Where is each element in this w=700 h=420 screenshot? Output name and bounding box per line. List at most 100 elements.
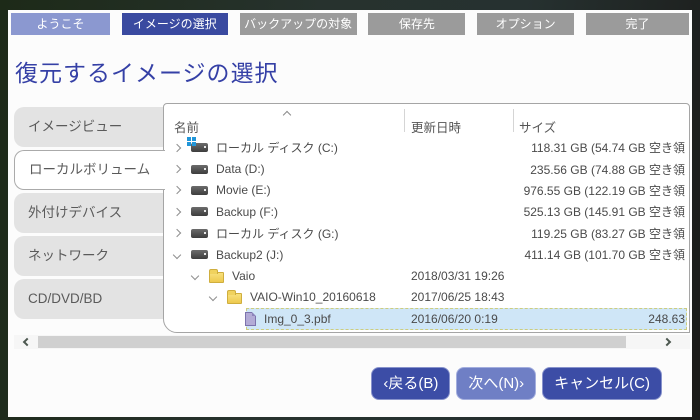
sidebar-tab-label: 外付けデバイス xyxy=(28,205,122,220)
action-button-label: 次へ(N)› xyxy=(468,375,524,392)
table-row[interactable]: Img_0_3.pbf 2016/06/20 0:19 248.63 xyxy=(164,308,689,329)
item-size: 525.13 GB (145.91 GB 空き領 xyxy=(524,203,685,220)
folder-icon xyxy=(227,293,242,304)
expander-chevron-icon[interactable] xyxy=(173,143,181,151)
action-button-label: ‹戻る(B) xyxy=(383,375,438,392)
page-title: 復元するイメージの選択 xyxy=(15,54,279,88)
name-cell: ローカル ディスク (G:) xyxy=(174,225,339,242)
action-button[interactable]: 次へ(N)› xyxy=(456,367,536,400)
drive-system-icon xyxy=(191,143,208,152)
expander-chevron-icon[interactable] xyxy=(191,272,199,280)
expander-chevron-icon[interactable] xyxy=(173,165,181,173)
item-name: Movie (E:) xyxy=(216,183,271,197)
modified-date: 2018/03/31 19:26 xyxy=(411,269,504,283)
item-size: 411.14 GB (101.70 GB 空き領 xyxy=(524,246,685,263)
sidebar-tab-label: ローカルボリューム xyxy=(29,162,150,177)
sort-ascending-icon xyxy=(283,111,291,119)
sidebar-tab[interactable]: ローカルボリューム xyxy=(14,150,165,190)
scrollbar-thumb[interactable] xyxy=(38,336,626,348)
wizard-window: ようこそ イメージの選択 バックアップの対象 保存先 オプション 完了 復元する… xyxy=(8,10,692,417)
wizard-tab-label: イメージの選択 xyxy=(133,17,217,31)
chevron-right-icon[interactable] xyxy=(663,338,671,346)
wizard-tab[interactable]: バックアップの対象 xyxy=(240,13,357,35)
item-size: 118.31 GB (54.74 GB 空き領 xyxy=(531,139,685,156)
file-icon xyxy=(245,312,256,326)
modified-date: 2016/06/20 0:19 xyxy=(411,312,498,326)
expander-chevron-icon[interactable] xyxy=(209,293,217,301)
sidebar-tab-label: CD/DVD/BD xyxy=(28,291,102,306)
item-name: VAIO-Win10_20160618 xyxy=(250,290,376,304)
table-row[interactable]: Backup2 (J:) 411.14 GB (101.70 GB 空き領 xyxy=(164,244,689,265)
size-cell: 235.56 GB (74.88 GB 空き領 xyxy=(513,161,685,178)
table-body: ローカル ディスク (C:) 118.31 GB (54.74 GB 空き領 D… xyxy=(164,137,689,330)
item-name: ローカル ディスク (C:) xyxy=(216,139,338,156)
table-row[interactable]: ローカル ディスク (G:) 119.25 GB (83.27 GB 空き領 xyxy=(164,223,689,244)
horizontal-scrollbar[interactable] xyxy=(14,335,690,349)
table-row[interactable]: Movie (E:) 976.55 GB (122.19 GB 空き領 xyxy=(164,180,689,201)
file-browser-panel: 名前 更新日時 サイズ ローカル ディスク (C:) 118.31 GB (54… xyxy=(163,103,690,333)
sidebar-tab-label: イメージビュー xyxy=(28,119,122,134)
column-divider xyxy=(513,109,514,132)
sidebar-tab[interactable]: CD/DVD/BD xyxy=(14,279,163,319)
drive-icon xyxy=(191,250,208,259)
size-cell: 525.13 GB (145.91 GB 空き領 xyxy=(513,203,685,220)
item-size: 976.55 GB (122.19 GB 空き領 xyxy=(524,182,685,199)
item-size: 119.25 GB (83.27 GB 空き領 xyxy=(531,225,685,242)
wizard-tab[interactable]: オプション xyxy=(477,13,574,35)
wizard-tab-label: オプション xyxy=(496,17,556,31)
name-cell: VAIO-Win10_20160618 xyxy=(210,290,376,304)
wizard-tabbar: ようこそ イメージの選択 バックアップの対象 保存先 オプション 完了 xyxy=(11,13,689,35)
item-name: Vaio xyxy=(232,269,255,283)
wizard-tab-label: 完了 xyxy=(625,17,649,31)
column-header-size[interactable]: サイズ xyxy=(519,117,556,136)
action-button[interactable]: ‹戻る(B) xyxy=(371,367,450,400)
wizard-tab-label: ようこそ xyxy=(36,17,84,31)
sidebar-tab[interactable]: イメージビュー xyxy=(14,107,163,147)
name-cell: ローカル ディスク (C:) xyxy=(174,139,338,156)
sidebar-tab[interactable]: 外付けデバイス xyxy=(14,193,163,233)
wizard-tab[interactable]: イメージの選択 xyxy=(122,13,228,35)
size-cell: 119.25 GB (83.27 GB 空き領 xyxy=(513,225,685,242)
table-row[interactable]: Vaio 2018/03/31 19:26 xyxy=(164,265,689,286)
table-row[interactable]: Data (D:) 235.56 GB (74.88 GB 空き領 xyxy=(164,158,689,179)
sidebar-tab[interactable]: ネットワーク xyxy=(14,236,163,276)
size-cell: 976.55 GB (122.19 GB 空き領 xyxy=(513,182,685,199)
drive-icon xyxy=(191,207,208,216)
action-button-label: キャンセル(C) xyxy=(554,375,650,392)
table-header: 名前 更新日時 サイズ xyxy=(164,104,689,137)
drive-icon xyxy=(191,165,208,174)
expander-chevron-icon[interactable] xyxy=(173,250,181,258)
item-name: ローカル ディスク (G:) xyxy=(216,225,339,242)
column-header-modified[interactable]: 更新日時 xyxy=(411,117,461,136)
name-cell: Backup2 (J:) xyxy=(174,248,283,262)
folder-icon xyxy=(209,272,224,283)
column-header-name[interactable]: 名前 xyxy=(174,117,199,136)
item-name: Backup (F:) xyxy=(216,205,278,219)
table-row[interactable]: ローカル ディスク (C:) 118.31 GB (54.74 GB 空き領 xyxy=(164,137,689,158)
drive-icon xyxy=(191,229,208,238)
sidebar-tab-label: ネットワーク xyxy=(28,248,109,263)
wizard-tab-label: 保存先 xyxy=(399,17,435,31)
table-row[interactable]: Backup (F:) 525.13 GB (145.91 GB 空き領 xyxy=(164,201,689,222)
chevron-left-icon[interactable] xyxy=(23,338,31,346)
wizard-tab[interactable]: 保存先 xyxy=(368,13,465,35)
name-cell: Img_0_3.pbf xyxy=(228,312,331,326)
name-cell: Movie (E:) xyxy=(174,183,271,197)
expander-chevron-icon[interactable] xyxy=(173,208,181,216)
table-row[interactable]: VAIO-Win10_20160618 2017/06/25 18:43 xyxy=(164,287,689,308)
expander-chevron-icon[interactable] xyxy=(173,186,181,194)
item-size: 248.63 xyxy=(648,312,685,326)
item-name: Backup2 (J:) xyxy=(216,248,283,262)
size-cell: 248.63 xyxy=(513,312,685,326)
action-button[interactable]: キャンセル(C) xyxy=(542,367,662,400)
name-cell: Data (D:) xyxy=(174,162,265,176)
column-divider xyxy=(404,109,405,132)
item-size: 235.56 GB (74.88 GB 空き領 xyxy=(530,161,685,178)
modified-date: 2017/06/25 18:43 xyxy=(411,290,504,304)
size-cell: 411.14 GB (101.70 GB 空き領 xyxy=(513,246,685,263)
item-name: Img_0_3.pbf xyxy=(264,312,331,326)
wizard-tab[interactable]: 完了 xyxy=(586,13,689,35)
wizard-tab[interactable]: ようこそ xyxy=(11,13,110,35)
expander-chevron-icon[interactable] xyxy=(173,229,181,237)
desktop-background: ようこそ イメージの選択 バックアップの対象 保存先 オプション 完了 復元する… xyxy=(0,0,700,420)
